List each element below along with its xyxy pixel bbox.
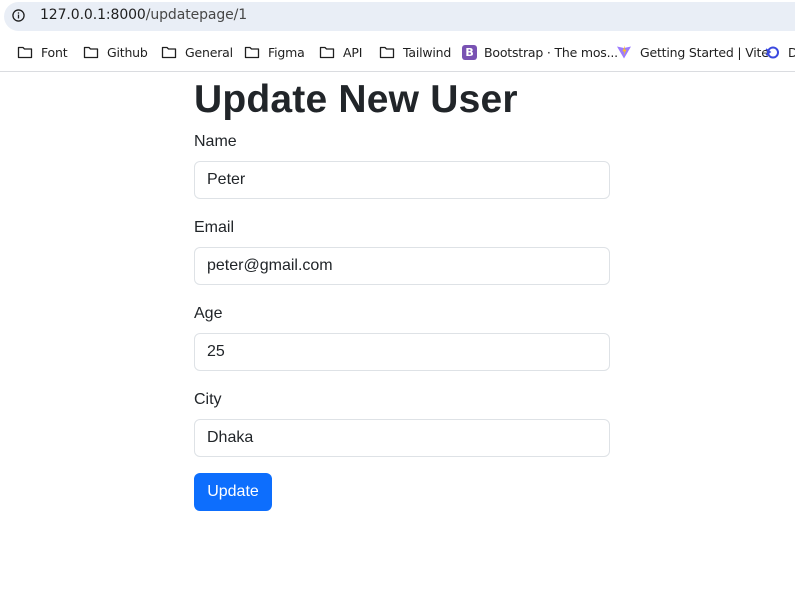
city-label: City (194, 391, 222, 408)
bookmark-api[interactable]: API (319, 43, 362, 61)
info-icon[interactable] (12, 9, 25, 22)
bookmark-label: General (185, 44, 233, 60)
bookmark-label: Bootstrap · The mos... (484, 44, 618, 60)
name-input[interactable] (194, 161, 610, 199)
bookmark-font[interactable]: Font (17, 43, 68, 61)
bookmark-label: Getting Started | Vite (640, 44, 769, 60)
update-button[interactable]: Update (194, 473, 272, 511)
bookmark-label: Github (107, 44, 148, 60)
city-input[interactable] (194, 419, 610, 457)
url-path: /updatepage/1 (145, 7, 248, 23)
bookmarks-bar: Font Github General Figma API Tailwind B… (0, 33, 795, 72)
bookmark-devto[interactable]: D (764, 43, 795, 61)
bookmark-figma[interactable]: Figma (244, 43, 305, 61)
vite-icon (617, 45, 631, 59)
page-title: Update New User (194, 78, 518, 121)
url-host: 127.0.0.1:8000 (40, 7, 146, 23)
bookmark-label: Figma (268, 44, 305, 60)
age-label: Age (194, 305, 223, 322)
folder-icon (379, 46, 395, 59)
email-label: Email (194, 219, 235, 236)
bookmark-general[interactable]: General (161, 43, 233, 61)
url-text[interactable]: 127.0.0.1:8000/updatepage/1 (40, 7, 247, 23)
bootstrap-icon: B (462, 44, 477, 60)
folder-icon (17, 46, 33, 59)
email-input[interactable] (194, 247, 610, 285)
name-label: Name (194, 133, 237, 150)
devto-icon (765, 46, 779, 59)
folder-icon (244, 46, 260, 59)
folder-icon (83, 46, 99, 59)
bookmark-label: Font (41, 44, 68, 60)
bookmark-label: Tailwind (403, 44, 452, 60)
folder-icon (319, 46, 335, 59)
bookmark-vite[interactable]: Getting Started | Vite (616, 43, 769, 61)
bookmark-label: D (788, 45, 795, 60)
age-input[interactable] (194, 333, 610, 371)
bookmark-label: API (343, 44, 363, 60)
browser-address-bar: 127.0.0.1:8000/updatepage/1 (0, 0, 795, 33)
bookmark-tailwind[interactable]: Tailwind (379, 43, 451, 61)
bookmark-github[interactable]: Github (83, 43, 148, 61)
folder-icon (161, 46, 177, 59)
bookmark-bootstrap[interactable]: B Bootstrap · The mos... (462, 43, 618, 61)
